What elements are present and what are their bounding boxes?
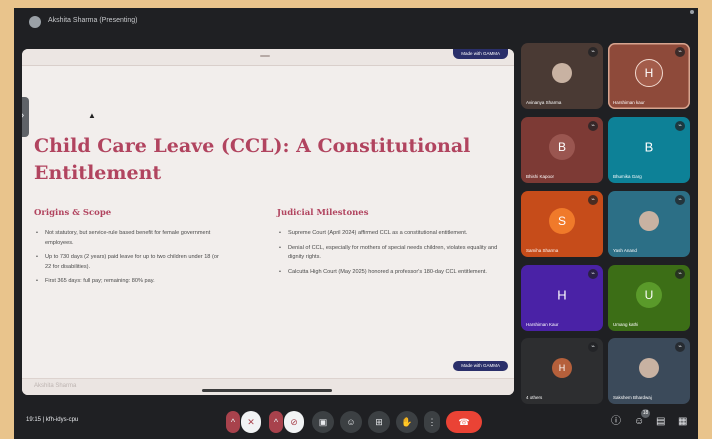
footer-name: Akshita Sharma: [34, 383, 77, 389]
participant-initial: H: [557, 287, 567, 303]
slide-topbar: [22, 49, 514, 66]
participant-initial: B: [549, 134, 575, 161]
list-item: Denial of CCL, especially for mothers of…: [279, 244, 501, 263]
made-with-badge-top[interactable]: Made with GAMMA: [453, 49, 508, 59]
end-call-button[interactable]: ☎: [446, 411, 482, 433]
participant-initial: S: [549, 208, 575, 235]
participant-tile[interactable]: S ⌁ Samiha Sharma: [521, 191, 603, 257]
slide-footer: Akshita Sharma: [22, 378, 514, 395]
participant-tile[interactable]: ⌁ Sakshem Bhardwaj: [608, 338, 690, 404]
others-avatar: H: [552, 358, 572, 379]
participant-name: Bhumika Garg: [613, 174, 642, 179]
mic-status-icon: ⌁: [675, 121, 685, 131]
presenter-avatar: [29, 16, 41, 28]
milestones-list: Supreme Court (April 2024) affirmed CCL …: [279, 229, 501, 282]
origins-heading: Origins & Scope: [34, 208, 112, 218]
participant-tile[interactable]: H ⌁ 4 others: [521, 338, 603, 404]
list-item: Up to 730 days (2 years) paid leave for …: [36, 253, 226, 272]
slide-title: Child Care Leave (CCL): A Constitutional…: [34, 135, 471, 184]
participant-initial: U: [636, 282, 662, 309]
mic-status-icon: ⌁: [675, 47, 685, 57]
activities-icon[interactable]: ▦: [678, 417, 687, 427]
scrollbar[interactable]: [202, 389, 332, 392]
origins-list: Not statutory, but service-rule based be…: [36, 229, 226, 292]
mic-status-icon: ⌁: [588, 47, 598, 57]
mic-status-icon: ⌁: [588, 121, 598, 131]
presentation-slide: Made with GAMMA ▲ Child Care Leave (CCL)…: [22, 49, 514, 395]
participant-name: Avinanya Sharma: [526, 100, 562, 105]
info-icon[interactable]: ⓘ: [611, 417, 621, 427]
drag-handle-icon[interactable]: [260, 55, 270, 57]
mic-status-icon: ⌁: [675, 269, 685, 279]
mic-status-icon: ⌁: [675, 342, 685, 352]
mic-toggle-button[interactable]: ✕: [241, 411, 261, 433]
camera-toggle-button[interactable]: ⊘: [284, 411, 304, 433]
meeting-time: 19:15: [26, 417, 42, 423]
meeting-info: 19:15 | kfh-idys-cpu: [26, 417, 78, 423]
participant-name: Umang kathi: [613, 322, 639, 327]
participant-name: Harshiman Kaur: [526, 322, 559, 327]
meeting-code: kfh-idys-cpu: [45, 417, 79, 423]
camera-options-button[interactable]: ^: [269, 411, 283, 433]
participant-tile[interactable]: B ⌁ Bhishi Kapoor: [521, 117, 603, 183]
list-item: Calcutta High Court (May 2025) honored a…: [279, 268, 501, 278]
participant-tile[interactable]: B ⌁ Bhumika Garg: [608, 117, 690, 183]
participant-tile[interactable]: H ⌁ Harshiman Kaur: [521, 265, 603, 331]
made-with-badge-bottom[interactable]: Made with GAMMA: [453, 361, 508, 371]
window-dot-icon: [690, 10, 694, 14]
mic-status-icon: ⌁: [588, 269, 598, 279]
people-count-badge: 18: [641, 409, 650, 418]
list-item: Not statutory, but service-rule based be…: [36, 229, 226, 248]
participant-photo: [552, 63, 572, 84]
emoji-button[interactable]: ☺: [340, 411, 362, 433]
more-options-button[interactable]: ⋮: [424, 411, 440, 433]
chat-icon[interactable]: ▤: [656, 417, 665, 427]
captions-button[interactable]: ▣: [312, 411, 334, 433]
mic-status-icon: ⌁: [588, 342, 598, 352]
milestones-heading: Judicial Milestones: [277, 208, 369, 218]
participant-initial: H: [635, 59, 663, 88]
bottom-bar: 19:15 | kfh-idys-cpu ^ ✕ ^ ⊘ ▣ ☺ ⊞ ✋ ⋮ ☎…: [14, 403, 698, 439]
list-item: First 365 days: full pay; remaining: 80%…: [36, 277, 226, 287]
participant-name: Harshiman kaur: [613, 100, 645, 105]
side-panel-toggle[interactable]: [22, 97, 29, 137]
present-button[interactable]: ⊞: [368, 411, 390, 433]
mouse-cursor-icon: ▲: [88, 111, 96, 120]
participant-photo: [639, 211, 659, 232]
participant-tile[interactable]: U ⌁ Umang kathi: [608, 265, 690, 331]
presenter-label: Akshita Sharma (Presenting): [48, 17, 138, 24]
participant-photo: [639, 358, 659, 379]
mic-status-icon: ⌁: [588, 195, 598, 205]
participant-tile[interactable]: ⌁ Avinanya Sharma: [521, 43, 603, 109]
list-item: Supreme Court (April 2024) affirmed CCL …: [279, 229, 501, 239]
meet-window: Akshita Sharma (Presenting) Made with GA…: [14, 8, 698, 439]
mic-options-button[interactable]: ^: [226, 411, 240, 433]
participant-name: Bhishi Kapoor: [526, 174, 555, 179]
participant-tile[interactable]: ⌁ Yash Anand: [608, 191, 690, 257]
people-icon[interactable]: ☺: [634, 417, 644, 427]
participant-tile[interactable]: H ⌁ Harshiman kaur: [608, 43, 690, 109]
presenter-bar: Akshita Sharma (Presenting): [14, 8, 698, 36]
participant-name: Yash Anand: [613, 248, 637, 253]
participant-name: Samiha Sharma: [526, 248, 559, 253]
participant-initial: B: [644, 139, 654, 155]
raise-hand-button[interactable]: ✋: [396, 411, 418, 433]
participant-name: Sakshem Bhardwaj: [613, 395, 652, 400]
mic-status-icon: ⌁: [675, 195, 685, 205]
participant-name: 4 others: [526, 395, 543, 400]
